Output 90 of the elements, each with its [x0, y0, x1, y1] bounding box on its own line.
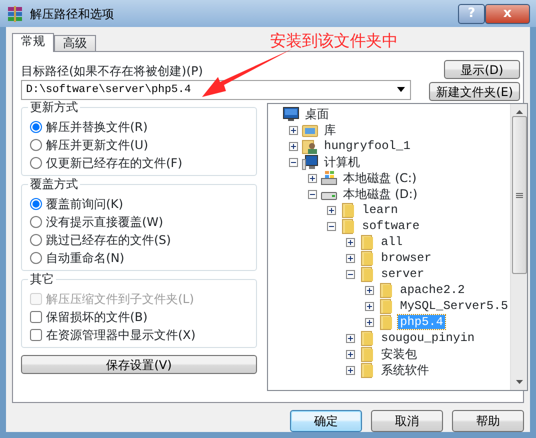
destination-label: 目标路径(如果不存在将被创建)(P) — [21, 64, 204, 79]
folder-icon — [359, 346, 375, 362]
folder-icon — [359, 330, 375, 346]
folder-tree[interactable]: 桌面 库 hungryfool_1 计算机 本地磁盘 (C:) 本地磁盘 (D:) learn software all browser server apache2.2 MySQL_Server5.5 php5.4 sougou_pinyin 安装包 系统软件 — [267, 103, 528, 391]
radio-label: 自动重命名(N) — [46, 250, 124, 267]
tree-item[interactable]: 安装包 — [379, 347, 419, 361]
expand-icon[interactable] — [289, 142, 298, 150]
radio-label: 解压并更新文件(U) — [46, 137, 148, 154]
tree-item[interactable]: sougou_pinyin — [379, 331, 477, 345]
folder-icon — [378, 298, 394, 314]
app-icon — [6, 4, 24, 22]
group-title: 更新方式 — [28, 100, 80, 114]
drive-icon — [321, 170, 337, 186]
scrollbar[interactable] — [510, 104, 528, 390]
tree-item[interactable]: 桌面 — [303, 107, 331, 121]
tree-item[interactable]: MySQL_Server5.5 — [398, 299, 510, 313]
window-title: 解压路径和选项 — [30, 6, 114, 22]
checkbox-label: 保留损坏的文件(B) — [46, 309, 148, 326]
destination-combo[interactable]: D:\software\server\php5.4 — [21, 80, 411, 100]
group-title: 覆盖方式 — [28, 177, 80, 191]
expand-icon[interactable] — [346, 238, 355, 246]
user-folder-icon — [302, 138, 318, 154]
cancel-button[interactable]: 取消 — [371, 410, 443, 432]
tree-item[interactable]: learn — [360, 203, 400, 217]
library-icon — [302, 122, 318, 138]
tab[interactable]: 高级 — [54, 35, 96, 51]
group-title: 其它 — [28, 272, 56, 286]
folder-icon — [359, 266, 375, 282]
new-folder-button[interactable]: 新建文件夹(E) — [429, 82, 520, 101]
folder-icon — [359, 234, 375, 250]
radio-button[interactable] — [30, 139, 42, 151]
expand-icon[interactable] — [365, 302, 374, 310]
collapse-icon[interactable] — [308, 190, 317, 198]
folder-icon — [359, 250, 375, 266]
tree-item[interactable]: hungryfool_1 — [322, 139, 412, 153]
scroll-up-icon[interactable] — [516, 110, 523, 114]
tree-item[interactable]: browser — [379, 251, 434, 265]
caret-icon[interactable] — [397, 87, 405, 92]
help-button[interactable]: 帮助 — [452, 410, 524, 432]
expand-icon[interactable] — [346, 334, 355, 342]
expand-icon[interactable] — [365, 286, 374, 294]
collapse-icon[interactable] — [346, 270, 355, 278]
collapse-icon[interactable] — [327, 222, 336, 230]
expand-icon[interactable] — [346, 366, 355, 374]
expand-icon[interactable] — [346, 350, 355, 358]
radio-label: 覆盖前询问(K) — [46, 196, 124, 213]
radio-label: 没有提示直接覆盖(W) — [46, 214, 164, 231]
save-settings-button[interactable]: 保存设置(V) — [21, 355, 257, 374]
radio-button[interactable] — [30, 157, 42, 169]
radio-button[interactable] — [30, 234, 42, 246]
tree-item[interactable]: 计算机 — [322, 155, 362, 169]
folder-icon — [340, 218, 356, 234]
show-button[interactable]: 显示(D) — [444, 60, 520, 79]
checkbox[interactable] — [30, 311, 42, 323]
folder-icon — [359, 362, 375, 378]
collapse-icon[interactable] — [289, 158, 298, 166]
expand-icon[interactable] — [346, 254, 355, 262]
folder-icon — [340, 202, 356, 218]
scrollbar-thumb[interactable] — [512, 116, 527, 274]
tree-item[interactable]: all — [379, 235, 405, 249]
radio-button[interactable] — [30, 216, 42, 228]
checkbox-label: 在资源管理器中显示文件(X) — [46, 327, 196, 344]
radio-label: 跳过已经存在的文件(S) — [46, 232, 171, 249]
radio-button[interactable] — [30, 121, 42, 133]
tree-item[interactable]: 库 — [322, 123, 338, 137]
tree-item[interactable]: server — [379, 267, 426, 281]
checkbox-label: 解压压缩文件到子文件夹(L) — [46, 291, 194, 308]
expand-icon[interactable] — [289, 126, 298, 134]
folder-icon — [378, 314, 394, 330]
expand-icon[interactable] — [327, 206, 336, 214]
grip-icon — [516, 192, 523, 198]
expand-icon[interactable] — [365, 318, 374, 326]
scroll-down-icon[interactable] — [516, 380, 523, 384]
expand-icon[interactable] — [308, 174, 317, 182]
tree-item[interactable]: 本地磁盘 (D:) — [341, 187, 420, 201]
annotation-text: 安装到该文件夹中 — [270, 30, 398, 52]
radio-label: 仅更新已经存在的文件(F) — [46, 155, 182, 172]
folder-icon — [378, 282, 394, 298]
radio-button[interactable] — [30, 198, 42, 210]
computer-icon — [302, 154, 318, 170]
tree-item[interactable]: apache2.2 — [398, 283, 467, 297]
radio-label: 解压并替换文件(R) — [46, 119, 148, 136]
tree-item[interactable]: 本地磁盘 (C:) — [341, 171, 419, 185]
checkbox[interactable] — [30, 329, 42, 341]
tree-item[interactable]: 系统软件 — [379, 363, 431, 377]
tree-item[interactable]: software — [360, 219, 422, 233]
radio-button[interactable] — [30, 252, 42, 264]
tab[interactable]: 常规 — [12, 33, 54, 52]
desktop-icon — [283, 106, 299, 122]
ok-button[interactable]: 确定 — [290, 410, 362, 432]
